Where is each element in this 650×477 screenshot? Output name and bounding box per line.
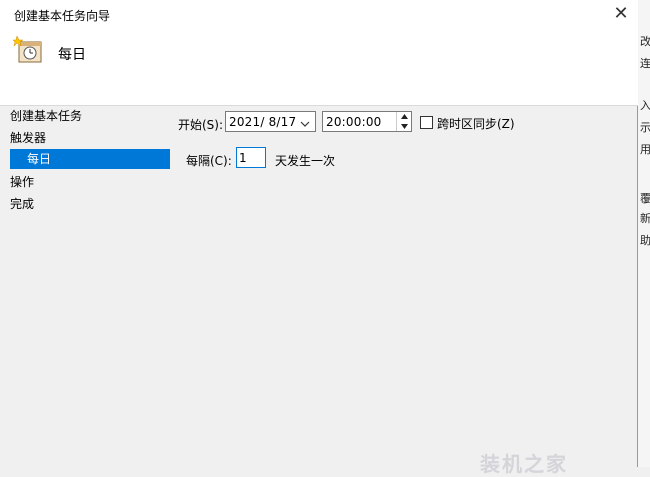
bg-fragment: 连 (640, 57, 650, 70)
watermark: 装机之家 (480, 452, 568, 476)
create-basic-task-wizard: 创建基本任务向导 ✕ 每日 创建基本任务 触发器 每日 操作 完成 开始(S):… (0, 0, 638, 467)
page-title: 每日 (58, 47, 86, 63)
title-bar: 创建基本任务向导 ✕ (0, 0, 638, 30)
start-label: 开始(S): (178, 118, 224, 132)
bg-fragment: 示 (640, 121, 650, 134)
step-daily-label: 每日 (27, 152, 52, 166)
spin-down-icon[interactable] (397, 122, 411, 132)
spin-up-icon[interactable] (397, 112, 411, 122)
close-icon: ✕ (613, 3, 629, 24)
start-date-picker[interactable]: 2021/ 8/17 (225, 111, 316, 132)
recur-days-value: 1 (239, 151, 247, 165)
bg-fragment: 入 (640, 99, 650, 112)
sync-timezone-checkbox[interactable] (420, 116, 433, 129)
recur-suffix-label: 天发生一次 (275, 154, 336, 168)
bg-fragment: 覆 (640, 192, 650, 205)
close-button[interactable]: ✕ (604, 0, 638, 30)
time-spinner[interactable] (396, 112, 411, 131)
start-time-field[interactable]: 20:00:00 (322, 111, 412, 132)
recur-every-label: 每隔(C): (186, 154, 232, 168)
wizard-header: 每日 (0, 30, 638, 106)
bg-fragment: 改 (640, 35, 650, 48)
step-action: 操作 (10, 175, 35, 189)
chevron-down-icon[interactable] (300, 117, 310, 131)
task-scheduler-icon (12, 34, 45, 66)
bg-fragment: 用 (640, 143, 650, 156)
step-daily: 每日 (10, 149, 170, 169)
step-trigger: 触发器 (10, 131, 47, 145)
step-create-basic-task: 创建基本任务 (10, 109, 83, 123)
start-time-value: 20:00:00 (326, 115, 382, 129)
sync-timezone-label[interactable]: 跨时区同步(Z) (437, 115, 515, 132)
bg-fragment: 新 (640, 212, 650, 225)
bg-fragment: 助 (640, 234, 650, 247)
step-finish: 完成 (10, 197, 35, 211)
recur-days-input[interactable]: 1 (236, 147, 266, 168)
window-title: 创建基本任务向导 (14, 9, 111, 23)
start-date-value: 2021/ 8/17 (229, 115, 297, 129)
